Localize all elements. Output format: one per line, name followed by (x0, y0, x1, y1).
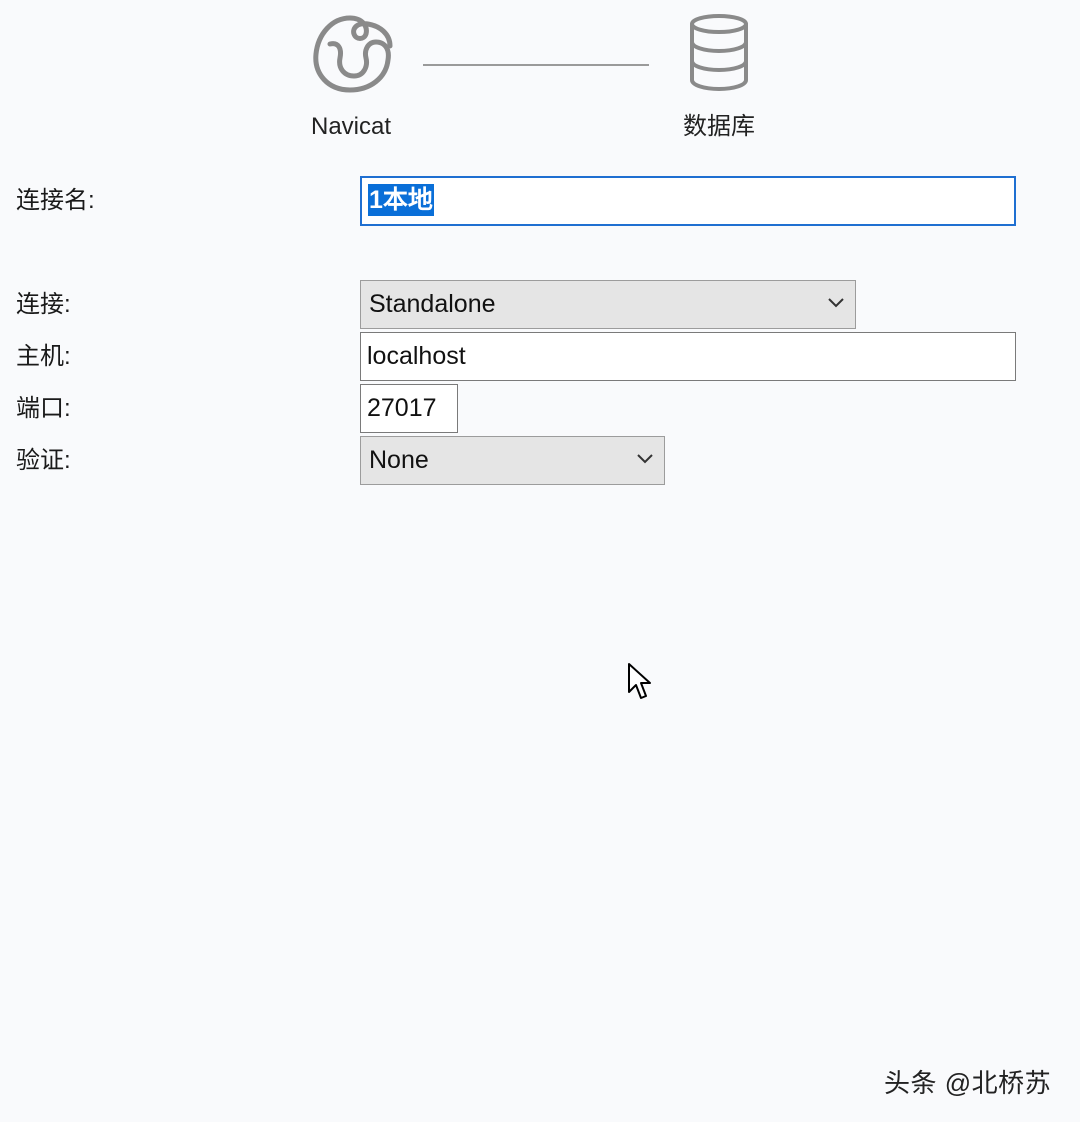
database-icon (690, 14, 748, 92)
watermark: 头条 @北桥苏 (884, 1068, 1052, 1098)
connection-name-label: 连接名: (16, 187, 95, 214)
connection-name-input[interactable]: 1本地 (360, 176, 1016, 226)
chevron-down-icon (637, 454, 653, 464)
port-label: 端口: (16, 395, 71, 422)
connection-type-select[interactable]: Standalone (360, 280, 856, 329)
auth-select[interactable]: None (360, 436, 665, 485)
host-input[interactable]: localhost (360, 332, 1016, 381)
target-label: 数据库 (683, 113, 755, 140)
navicat-logo-icon (313, 15, 393, 93)
port-input[interactable]: 27017 (360, 384, 458, 433)
source-label: Navicat (311, 113, 392, 140)
host-label: 主机: (16, 343, 71, 370)
connection-dialog: Navicat 数据库 连接名: 1本地 连接: Standalone 主机: … (0, 0, 1080, 1122)
port-value: 27017 (367, 394, 437, 422)
auth-label: 验证: (16, 447, 71, 474)
connection-name-value: 1本地 (368, 184, 434, 216)
chevron-down-icon (828, 298, 844, 308)
connector-line (423, 64, 649, 66)
connection-type-label: 连接: (16, 291, 71, 318)
mouse-pointer-icon (628, 663, 651, 699)
host-value: localhost (367, 342, 466, 370)
connection-type-value: Standalone (369, 290, 496, 318)
auth-value: None (369, 446, 429, 474)
